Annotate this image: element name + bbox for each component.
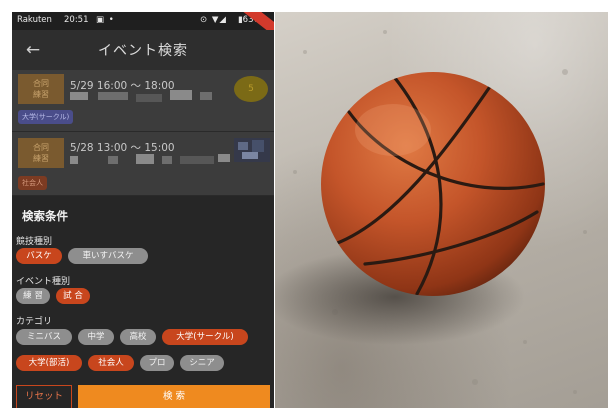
event-time: 5/28 13:00 〜 15:00 <box>70 142 175 154</box>
reset-button[interactable]: リセット <box>16 385 72 408</box>
event-type-label: イベント種別 <box>16 277 71 287</box>
event-type-badge-line: 練習 <box>33 90 49 99</box>
search-button[interactable]: 検 索 <box>78 385 270 408</box>
pixelated-text <box>108 156 118 164</box>
search-conditions-panel: 検索条件 競技種別 バスケ 車いすバスケ イベント種別 練 習 試 合 カテゴリ… <box>12 196 274 408</box>
carrier-name: Rakuten <box>17 15 52 25</box>
pixelated-text <box>162 156 172 164</box>
pixelated-text <box>98 92 128 100</box>
event-type-badge-line: 合同 <box>33 143 49 152</box>
pixelated-text <box>136 154 154 164</box>
event-time: 5/29 16:00 〜 18:00 <box>70 80 175 92</box>
chip-category-university-club[interactable]: 大学(部活) <box>16 355 82 371</box>
pixelated-text <box>136 94 162 102</box>
event-type-badge: 合同 練習 <box>18 74 64 104</box>
pixelated-text <box>170 90 192 100</box>
app-bar: ← イベント検索 <box>12 30 274 70</box>
chip-sport-wheelchair-basketball[interactable]: 車いすバスケ <box>68 248 148 264</box>
basketball-icon <box>275 30 587 394</box>
chip-category-pro[interactable]: プロ <box>140 355 174 371</box>
event-card[interactable]: 合同 練習 5/29 16:00 〜 18:00 5 大学(サークル) <box>12 70 274 132</box>
notification-icons: ▣ • <box>96 15 115 25</box>
basketball-photo <box>275 12 608 408</box>
clock: 20:51 <box>64 15 89 25</box>
panel-title: 検索条件 <box>22 209 68 223</box>
category-tag: 社会人 <box>18 176 47 190</box>
chip-category-senior[interactable]: シニア <box>180 355 224 371</box>
chip-sport-basketball[interactable]: バスケ <box>16 248 62 264</box>
app-screen: Rakuten 20:51 ▣ • ⊙ ▼◢ ▮63% ← イベント検索 合同 … <box>12 12 274 408</box>
page-title: イベント検索 <box>98 43 188 59</box>
chip-category-minibasket[interactable]: ミニバス <box>16 329 72 345</box>
chip-category-working-adult[interactable]: 社会人 <box>88 355 134 371</box>
status-bar: Rakuten 20:51 ▣ • ⊙ ▼◢ ▮63% <box>12 12 274 43</box>
event-type-badge: 合同 練習 <box>18 138 64 168</box>
sport-type-label: 競技種別 <box>16 237 53 247</box>
chip-category-university-circle[interactable]: 大学(サークル) <box>162 329 248 345</box>
chip-event-match[interactable]: 試 合 <box>56 288 90 304</box>
event-card[interactable]: 合同 練習 5/28 13:00 〜 15:00 社会人 <box>12 132 274 196</box>
pixelated-text <box>70 156 78 164</box>
event-type-badge-line: 合同 <box>33 79 49 88</box>
event-thumbnail <box>234 138 270 162</box>
signal-wifi-icons: ⊙ ▼◢ <box>200 15 227 25</box>
event-list: 合同 練習 5/29 16:00 〜 18:00 5 大学(サークル) 合同 練… <box>12 70 274 196</box>
pixelated-text <box>218 154 230 162</box>
chip-category-high-school[interactable]: 高校 <box>120 329 156 345</box>
pixelated-text <box>200 92 212 100</box>
pixelated-text <box>180 156 214 164</box>
pixelated-text <box>70 92 88 100</box>
category-tag: 大学(サークル) <box>18 110 74 124</box>
chip-event-practice[interactable]: 練 習 <box>16 288 50 304</box>
event-type-badge-line: 練習 <box>33 154 49 163</box>
participant-count-badge: 5 <box>234 76 268 102</box>
chip-category-junior-high[interactable]: 中学 <box>78 329 114 345</box>
category-label: カテゴリ <box>16 317 53 327</box>
